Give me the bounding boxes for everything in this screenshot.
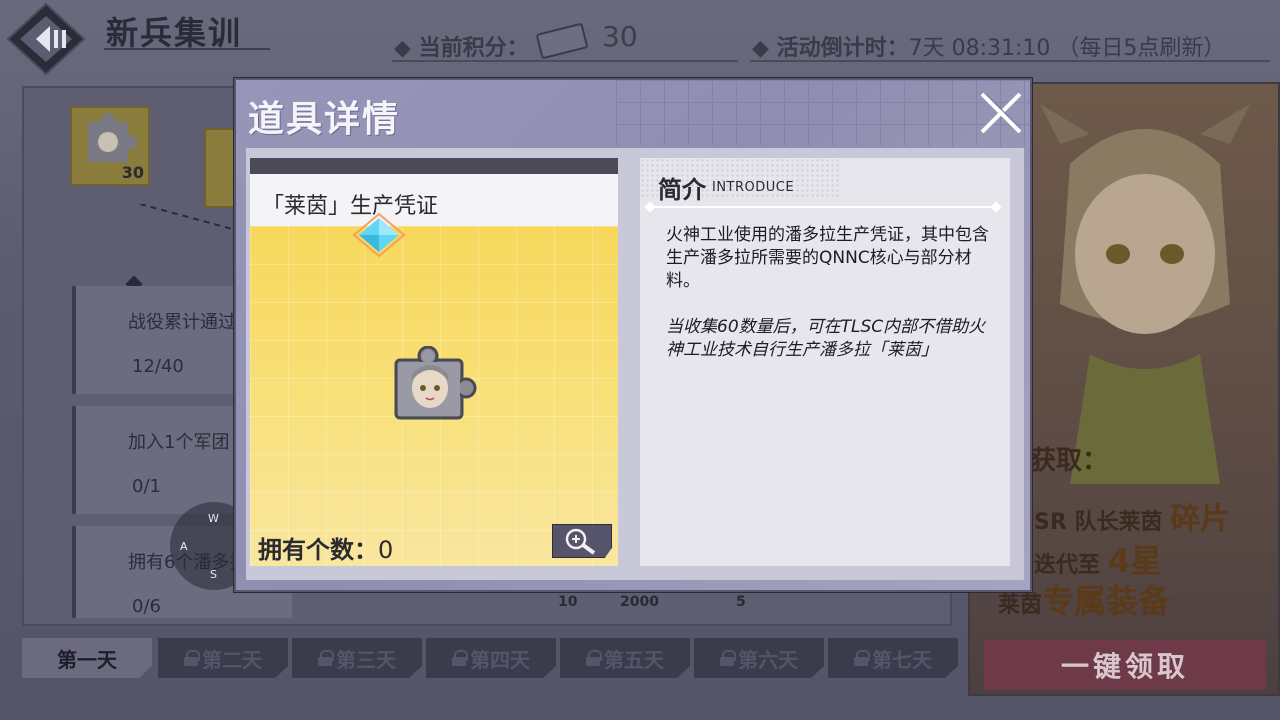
banner-line4-prefix: 莱茵 (998, 593, 1043, 618)
rarity-gem-icon (352, 212, 406, 258)
heading-divider (650, 206, 996, 208)
header-grid-pattern (616, 80, 1032, 146)
tab-label: 第七天 (872, 647, 932, 672)
close-button[interactable] (978, 90, 1024, 136)
lock-icon (586, 650, 602, 666)
task-title: 加入1个军团 (128, 432, 230, 453)
back-button[interactable] (6, 2, 96, 76)
tab-label: 第三天 (336, 647, 396, 672)
lock-icon (452, 650, 468, 666)
reward-count: 2000 (620, 594, 659, 610)
lock-icon (184, 650, 200, 666)
tab-day-2[interactable]: 第二天 (158, 638, 288, 678)
item-preview-panel: 「莱茵」生产凭证 拥有个数：0 (250, 158, 618, 566)
lock-icon (318, 650, 334, 666)
character-portrait (1040, 104, 1250, 484)
task-progress: 0/1 (132, 476, 161, 497)
tab-day-6[interactable]: 第六天 (694, 638, 824, 678)
dialog-title: 道具详情 (248, 99, 401, 140)
magnifier-plus-icon (565, 528, 596, 555)
description-panel: 简介 INTRODUCE 火神工业使用的潘多拉生产凭证，其中包含生产潘多拉所需要… (640, 158, 1010, 566)
lock-icon (720, 650, 736, 666)
item-detail-dialog: 道具详情 「莱茵」生产凭证 拥有个数：0 简介 INTRODUCE 火神工业使用… (234, 78, 1032, 592)
countdown-value: 7天 08:31:10 (908, 36, 1051, 61)
intro-heading: 简介 (658, 176, 706, 204)
reward-tile[interactable]: 30 (70, 106, 150, 186)
claim-all-button[interactable]: 一键领取 (984, 640, 1266, 690)
ticket-icon (535, 22, 589, 60)
countdown-divider (750, 60, 1270, 62)
banner-line2-highlight: 碎片 (1170, 502, 1231, 537)
item-note: 当收集60数量后，可在TLSC内部不借助火神工业技术自行生产潘多拉「莱茵」 (666, 317, 986, 360)
countdown: ◆ 活动倒计时：7天 08:31:10 （每日5点刷新） (752, 30, 1225, 62)
milestone-connector (140, 204, 237, 231)
tab-label: 第五天 (604, 647, 664, 672)
close-icon (980, 92, 1022, 134)
puzzle-piece-icon (394, 346, 477, 420)
banner-line2-prefix: SR 队长莱茵 (1034, 510, 1163, 535)
tab-day-1[interactable]: 第一天 (22, 638, 152, 678)
day-tabs: 第一天 第二天 第三天 第四天 第五天 第六天 第七天 (22, 638, 962, 680)
item-header-band (250, 158, 618, 174)
lock-icon (854, 650, 870, 666)
joystick-key-down: S (210, 568, 217, 581)
reward-count: 30 (121, 163, 144, 182)
points-divider (392, 60, 738, 62)
points-value: 30 (602, 20, 638, 53)
intro-heading-en: INTRODUCE (712, 180, 795, 195)
tab-day-5[interactable]: 第五天 (560, 638, 690, 678)
owned-count-value: 0 (378, 536, 394, 564)
banner-line2: SR 队长莱茵 碎片 (1034, 494, 1230, 538)
reward-count: 10 (558, 594, 578, 610)
tab-label: 第四天 (470, 647, 530, 672)
joystick-key-up: W (208, 512, 219, 525)
banner-line4-highlight: 专属装备 (1042, 582, 1171, 620)
tab-day-7[interactable]: 第七天 (828, 638, 958, 678)
item-artwork: 拥有个数：0 (250, 226, 618, 566)
tab-label: 第二天 (202, 647, 262, 672)
task-progress: 0/6 (132, 596, 161, 617)
countdown-label: ◆ 活动倒计时： (752, 36, 909, 61)
refresh-note: （每日5点刷新） (1057, 36, 1226, 61)
banner-line3-highlight: 4星 (1107, 542, 1162, 580)
top-bar: 新兵集训 ◆ 当前积分： 30 ◆ 活动倒计时：7天 08:31:10 （每日5… (0, 0, 1280, 76)
tab-label: 第六天 (738, 647, 798, 672)
banner-line1: 获取： (1030, 446, 1109, 476)
points-label: ◆ 当前积分： (394, 36, 529, 61)
task-progress: 12/40 (132, 356, 184, 377)
joystick-key-left: A (180, 540, 188, 553)
tab-day-3[interactable]: 第三天 (292, 638, 422, 678)
tab-day-4[interactable]: 第四天 (426, 638, 556, 678)
zoom-button[interactable] (552, 524, 612, 558)
task-title: 战役累计通过4 (128, 312, 248, 333)
reward-count: 5 (736, 594, 746, 610)
banner-line3-prefix: 迭代至 (1034, 553, 1101, 578)
title-divider (104, 48, 270, 50)
tab-label: 第一天 (57, 647, 117, 672)
owned-count: 拥有个数：0 (258, 530, 393, 565)
back-arrow-icon (6, 2, 86, 76)
item-name: 「莱茵」生产凭证 (262, 194, 439, 219)
owned-count-label: 拥有个数： (258, 536, 378, 564)
item-description: 火神工业使用的潘多拉生产凭证，其中包含生产潘多拉所需要的QNNC核心与部分材料。 (666, 225, 989, 291)
